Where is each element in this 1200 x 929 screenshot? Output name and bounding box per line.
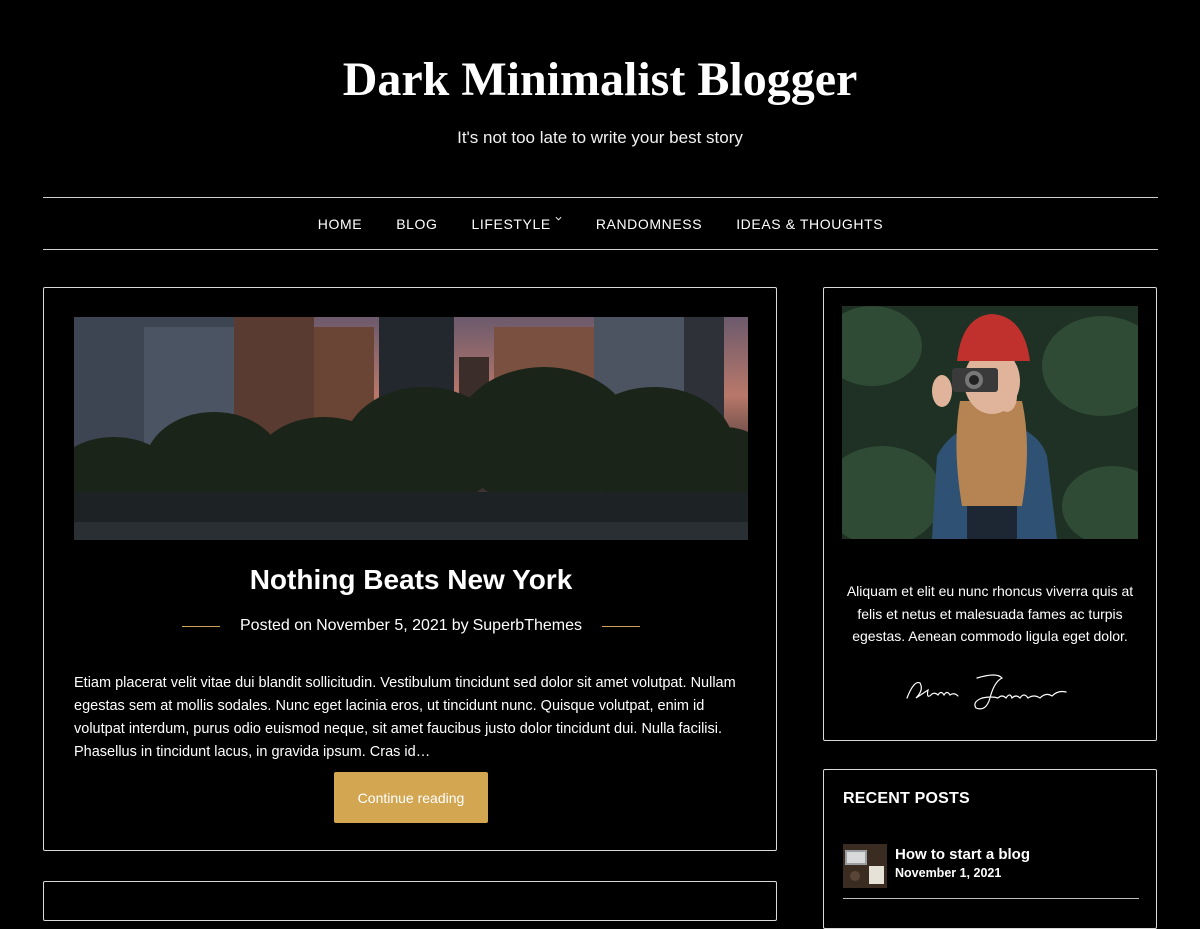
chevron-down-icon <box>555 216 562 221</box>
about-image <box>842 306 1138 539</box>
main-navigation: HOME BLOG LIFESTYLE RANDOMNESS IDEAS & T… <box>43 197 1158 250</box>
nav-item-blog[interactable]: BLOG <box>379 216 454 232</box>
recent-post-link[interactable]: How to start a blog <box>895 846 1030 863</box>
divider <box>843 898 1139 899</box>
nav-item-randomness[interactable]: RANDOMNESS <box>579 216 719 232</box>
nav-item-label: RANDOMNESS <box>595 215 703 232</box>
nav-item-home[interactable]: HOME <box>301 216 379 232</box>
post-date[interactable]: November 5, 2021 <box>316 617 448 635</box>
list-item: How to start a blog November 1, 2021 <box>843 844 1139 888</box>
recent-posts-widget: RECENT POSTS How to start a blog Novembe… <box>823 769 1157 929</box>
post-excerpt: Etiam placerat velit vitae dui blandit s… <box>74 674 736 760</box>
signature-image <box>906 674 1067 710</box>
nav-item-ideas-thoughts[interactable]: IDEAS & THOUGHTS <box>719 216 900 232</box>
about-widget: Aliquam et elit eu nunc rhoncus viverra … <box>823 287 1157 741</box>
recent-posts-title: RECENT POSTS <box>843 790 970 807</box>
nav-item-label: BLOG <box>396 215 438 232</box>
meta-divider-left <box>182 625 220 627</box>
nav-item-label: IDEAS & THOUGHTS <box>736 215 884 232</box>
site-title[interactable]: Dark Minimalist Blogger <box>0 48 1200 112</box>
meta-prefix: Posted on <box>240 617 313 634</box>
post-card <box>43 881 777 921</box>
nav-item-label: LIFESTYLE <box>471 215 551 232</box>
post-meta: Posted on November 5, 2021 by SuperbThem… <box>44 614 778 638</box>
post-featured-image[interactable] <box>74 317 748 540</box>
post-card: Nothing Beats New York Posted on Novembe… <box>43 287 777 851</box>
site-tagline: It's not too late to write your best sto… <box>457 128 743 147</box>
nav-item-label: HOME <box>317 215 363 232</box>
recent-post-date: November 1, 2021 <box>895 866 1002 880</box>
post-author[interactable]: SuperbThemes <box>473 617 582 635</box>
nav-item-lifestyle[interactable]: LIFESTYLE <box>455 216 579 232</box>
post-title[interactable]: Nothing Beats New York <box>44 560 778 600</box>
continue-reading-button[interactable]: Continue reading <box>334 772 488 823</box>
about-text: Aliquam et elit eu nunc rhoncus viverra … <box>846 583 1134 644</box>
recent-post-thumbnail[interactable] <box>843 844 887 888</box>
meta-divider-right <box>602 625 640 627</box>
meta-by: by <box>451 617 469 634</box>
